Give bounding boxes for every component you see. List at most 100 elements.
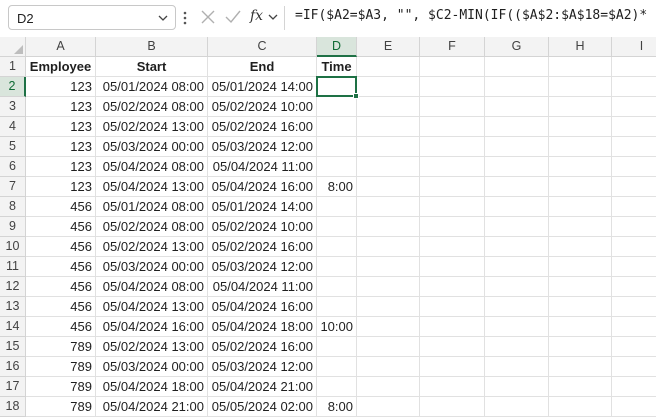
- column-header-d[interactable]: D: [317, 37, 357, 57]
- cell-i4[interactable]: [612, 117, 656, 137]
- row-header-10[interactable]: 10: [0, 237, 26, 257]
- more-options-icon[interactable]: [183, 10, 187, 26]
- cell-e18[interactable]: [357, 397, 420, 417]
- cell-f3[interactable]: [420, 97, 485, 117]
- cell-g15[interactable]: [485, 337, 549, 357]
- cell-c11[interactable]: 05/03/2024 12:00: [208, 257, 317, 277]
- cell-b17[interactable]: 05/04/2024 18:00: [96, 377, 208, 397]
- cell-i14[interactable]: [612, 317, 656, 337]
- cell-g9[interactable]: [485, 217, 549, 237]
- cell-e13[interactable]: [357, 297, 420, 317]
- cell-e9[interactable]: [357, 217, 420, 237]
- insert-function-icon[interactable]: fx: [250, 8, 263, 30]
- column-header-b[interactable]: B: [96, 37, 208, 57]
- cell-i1[interactable]: [612, 57, 656, 77]
- cell-i17[interactable]: [612, 377, 656, 397]
- row-header-16[interactable]: 16: [0, 357, 26, 377]
- cell-g18[interactable]: [485, 397, 549, 417]
- cell-b7[interactable]: 05/04/2024 13:00: [96, 177, 208, 197]
- cell-i15[interactable]: [612, 337, 656, 357]
- cell-f9[interactable]: [420, 217, 485, 237]
- cell-e7[interactable]: [357, 177, 420, 197]
- cell-i9[interactable]: [612, 217, 656, 237]
- cell-h11[interactable]: [549, 257, 612, 277]
- cell-b4[interactable]: 05/02/2024 13:00: [96, 117, 208, 137]
- cell-d14[interactable]: 10:00: [317, 317, 357, 337]
- cell-d10[interactable]: [317, 237, 357, 257]
- cell-d9[interactable]: [317, 217, 357, 237]
- cell-c15[interactable]: 05/02/2024 16:00: [208, 337, 317, 357]
- cell-d3[interactable]: [317, 97, 357, 117]
- cell-h16[interactable]: [549, 357, 612, 377]
- cell-a15[interactable]: 789: [26, 337, 96, 357]
- cell-c18[interactable]: 05/05/2024 02:00: [208, 397, 317, 417]
- cell-g13[interactable]: [485, 297, 549, 317]
- column-header-g[interactable]: G: [485, 37, 549, 57]
- row-header-15[interactable]: 15: [0, 337, 26, 357]
- cell-a14[interactable]: 456: [26, 317, 96, 337]
- cell-g2[interactable]: [485, 77, 549, 97]
- cell-d7[interactable]: 8:00: [317, 177, 357, 197]
- row-header-12[interactable]: 12: [0, 277, 26, 297]
- cell-f14[interactable]: [420, 317, 485, 337]
- row-header-1[interactable]: 1: [0, 57, 26, 77]
- cell-h15[interactable]: [549, 337, 612, 357]
- cell-a5[interactable]: 123: [26, 137, 96, 157]
- cell-f7[interactable]: [420, 177, 485, 197]
- cell-i7[interactable]: [612, 177, 656, 197]
- cell-f2[interactable]: [420, 77, 485, 97]
- row-header-4[interactable]: 4: [0, 117, 26, 137]
- cell-f16[interactable]: [420, 357, 485, 377]
- column-header-f[interactable]: F: [420, 37, 485, 57]
- cell-d16[interactable]: [317, 357, 357, 377]
- cell-i6[interactable]: [612, 157, 656, 177]
- cell-i10[interactable]: [612, 237, 656, 257]
- cell-c14[interactable]: 05/04/2024 18:00: [208, 317, 317, 337]
- cell-f6[interactable]: [420, 157, 485, 177]
- cell-b14[interactable]: 05/04/2024 16:00: [96, 317, 208, 337]
- cell-a7[interactable]: 123: [26, 177, 96, 197]
- cell-i3[interactable]: [612, 97, 656, 117]
- cell-e14[interactable]: [357, 317, 420, 337]
- cell-d11[interactable]: [317, 257, 357, 277]
- cell-e3[interactable]: [357, 97, 420, 117]
- cell-h4[interactable]: [549, 117, 612, 137]
- cell-c4[interactable]: 05/02/2024 16:00: [208, 117, 317, 137]
- cell-f17[interactable]: [420, 377, 485, 397]
- cell-c7[interactable]: 05/04/2024 16:00: [208, 177, 317, 197]
- chevron-down-icon[interactable]: [157, 11, 169, 25]
- cell-h5[interactable]: [549, 137, 612, 157]
- cell-d17[interactable]: [317, 377, 357, 397]
- cell-c16[interactable]: 05/03/2024 12:00: [208, 357, 317, 377]
- cell-d13[interactable]: [317, 297, 357, 317]
- cell-c10[interactable]: 05/02/2024 16:00: [208, 237, 317, 257]
- column-header-h[interactable]: H: [549, 37, 612, 57]
- cell-e11[interactable]: [357, 257, 420, 277]
- row-header-13[interactable]: 13: [0, 297, 26, 317]
- cell-a9[interactable]: 456: [26, 217, 96, 237]
- cell-h6[interactable]: [549, 157, 612, 177]
- cell-e6[interactable]: [357, 157, 420, 177]
- cell-f10[interactable]: [420, 237, 485, 257]
- cell-h17[interactable]: [549, 377, 612, 397]
- cell-h12[interactable]: [549, 277, 612, 297]
- chevron-down-icon[interactable]: [267, 6, 279, 28]
- column-header-a[interactable]: A: [26, 37, 96, 57]
- cell-c12[interactable]: 05/04/2024 11:00: [208, 277, 317, 297]
- cell-b6[interactable]: 05/04/2024 08:00: [96, 157, 208, 177]
- cell-g7[interactable]: [485, 177, 549, 197]
- cell-b10[interactable]: 05/02/2024 13:00: [96, 237, 208, 257]
- cell-d1[interactable]: Time: [317, 57, 357, 77]
- cell-b2[interactable]: 05/01/2024 08:00: [96, 77, 208, 97]
- row-header-3[interactable]: 3: [0, 97, 26, 117]
- cell-c17[interactable]: 05/04/2024 21:00: [208, 377, 317, 397]
- cell-a12[interactable]: 456: [26, 277, 96, 297]
- cell-b18[interactable]: 05/04/2024 21:00: [96, 397, 208, 417]
- cell-g17[interactable]: [485, 377, 549, 397]
- name-box[interactable]: D2: [8, 5, 176, 30]
- cell-f18[interactable]: [420, 397, 485, 417]
- select-all-button[interactable]: [0, 37, 26, 57]
- cell-d6[interactable]: [317, 157, 357, 177]
- cell-a4[interactable]: 123: [26, 117, 96, 137]
- cell-h3[interactable]: [549, 97, 612, 117]
